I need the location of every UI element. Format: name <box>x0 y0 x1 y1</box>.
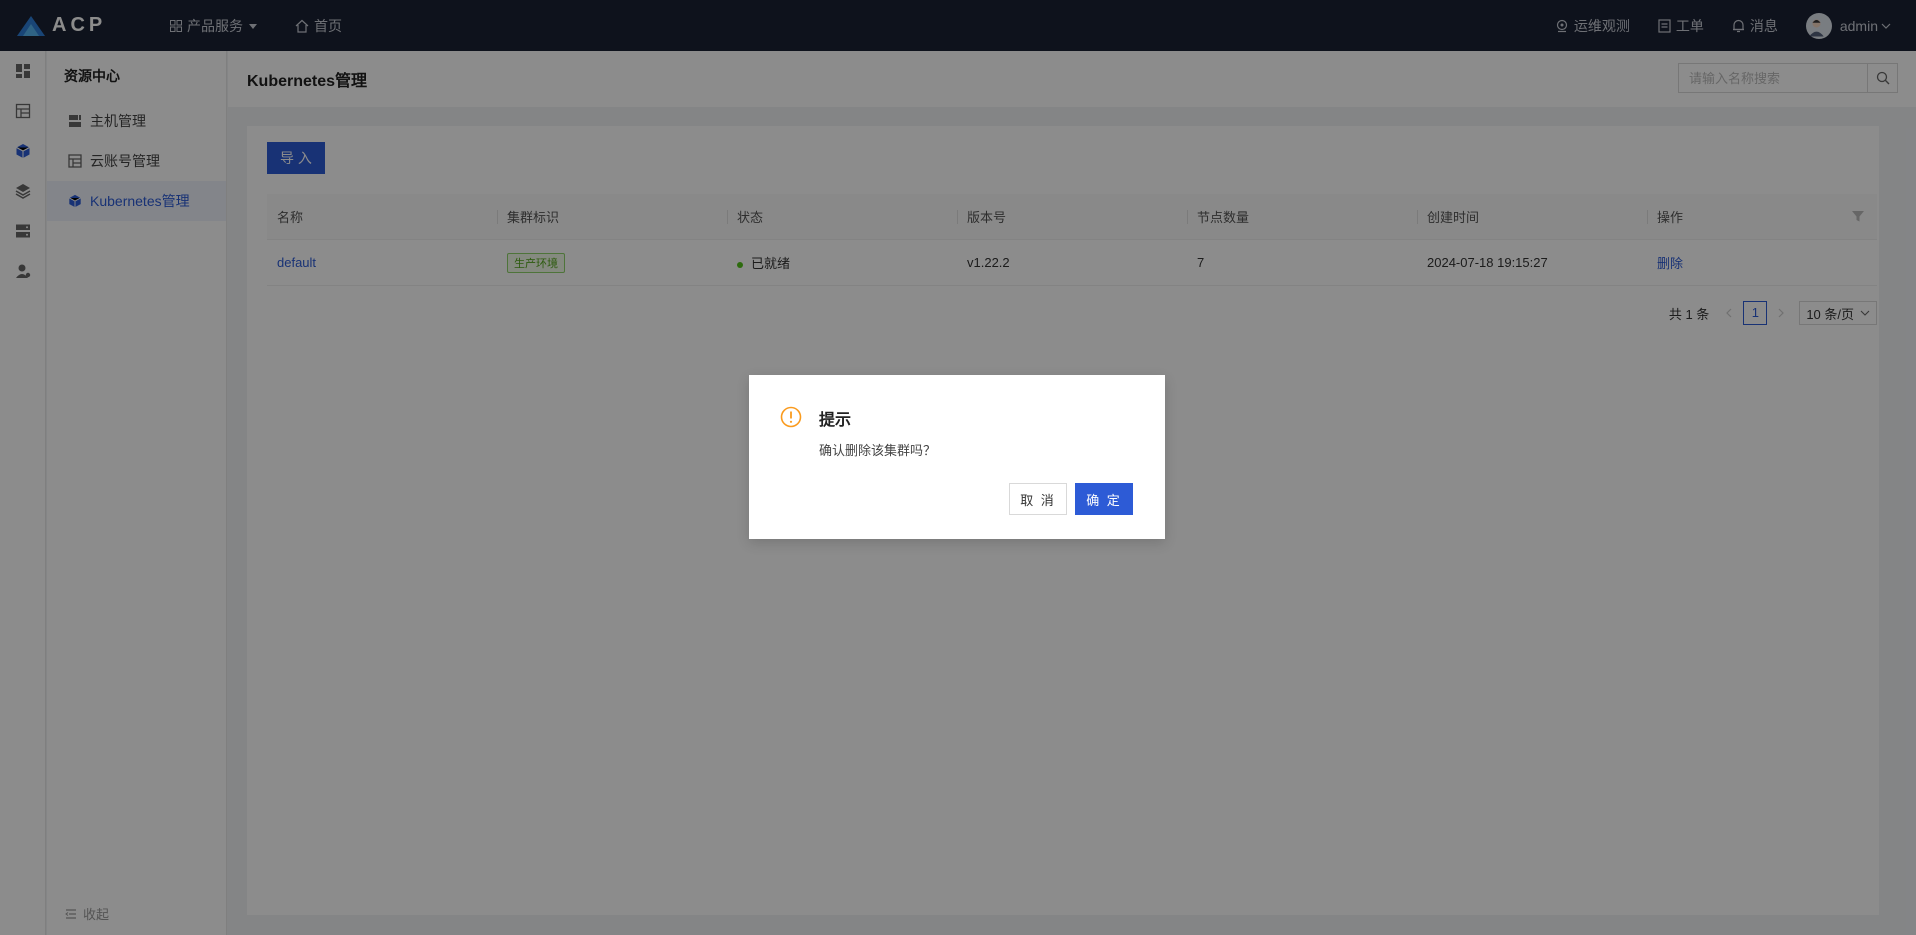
confirm-button[interactable]: 确 定 <box>1075 483 1133 515</box>
dialog-message: 确认删除该集群吗？ <box>819 443 937 458</box>
cancel-button[interactable]: 取 消 <box>1009 483 1067 515</box>
warning-icon <box>780 406 802 428</box>
dialog-title: 提示 <box>819 412 852 429</box>
confirm-dialog: 提示 确认删除该集群吗？ 取 消 确 定 <box>749 375 1165 539</box>
